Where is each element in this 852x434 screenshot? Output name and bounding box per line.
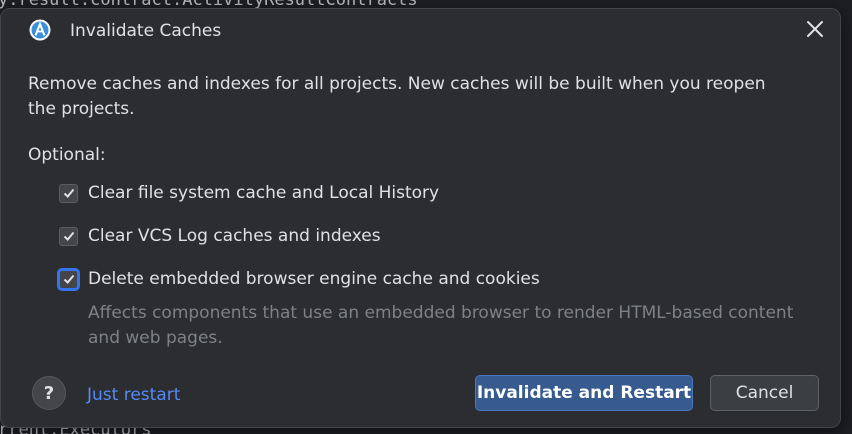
invalidate-and-restart-button[interactable]: Invalidate and Restart [475, 375, 693, 411]
option-clear-vcs-log-caches[interactable]: Clear VCS Log caches and indexes [59, 223, 381, 249]
help-icon: ? [43, 382, 55, 404]
dialog-title: Invalidate Caches [70, 21, 222, 41]
option-label: Delete embedded browser engine cache and… [88, 269, 540, 289]
dialog-title-bar: Invalidate Caches [1, 9, 840, 53]
option-hint-text: Affects components that use an embedded … [88, 303, 794, 348]
just-restart-link[interactable]: Just restart [87, 385, 180, 405]
cancel-button[interactable]: Cancel [710, 375, 819, 411]
checkbox-checked-icon[interactable] [59, 226, 78, 246]
help-button[interactable]: ? [32, 376, 66, 410]
checkbox-checked-icon[interactable] [59, 183, 78, 203]
option-delete-embedded-browser-cache[interactable]: Delete embedded browser engine cache and… [59, 266, 540, 292]
option-label: Clear VCS Log caches and indexes [88, 226, 381, 246]
dialog-description: Remove caches and indexes for all projec… [28, 74, 766, 119]
option-label: Clear file system cache and Local Histor… [88, 183, 440, 203]
invalidate-caches-dialog: Invalidate Caches Remove caches and inde… [0, 8, 841, 428]
android-studio-icon [28, 18, 52, 42]
close-icon[interactable] [801, 15, 829, 43]
checkbox-checked-icon[interactable] [59, 269, 78, 289]
option-clear-file-system-cache[interactable]: Clear file system cache and Local Histor… [59, 180, 439, 206]
optional-label: Optional: [28, 145, 106, 165]
